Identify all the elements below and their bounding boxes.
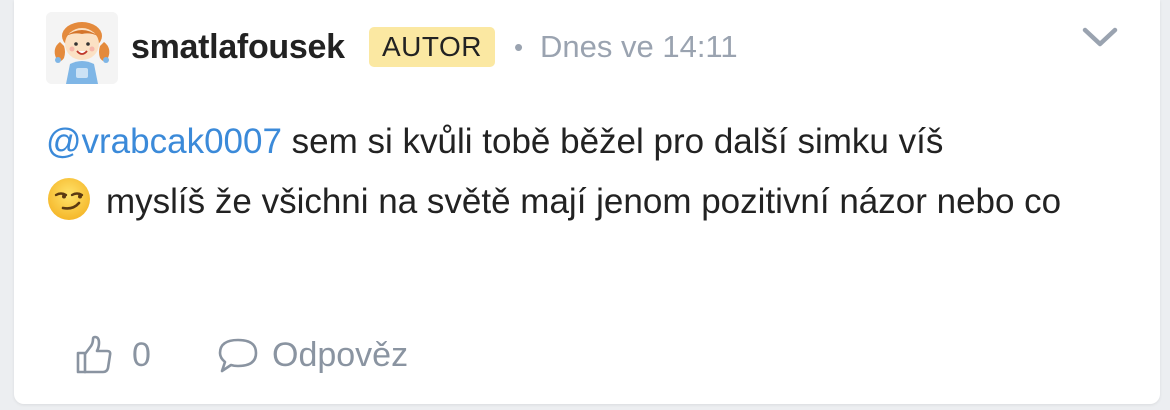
comment-body: @vrabcak0007 sem si kvůli tobě běžel pro… [46, 112, 1136, 232]
comment-timestamp: Dnes ve 14:11 [540, 29, 738, 64]
user-mention-link[interactable]: @vrabcak0007 [46, 122, 282, 161]
reply-button[interactable] [217, 337, 259, 375]
author-username[interactable]: smatlafousek [131, 27, 345, 67]
reply-label[interactable]: Odpověz [272, 333, 408, 377]
author-badge: AUTOR [369, 27, 495, 67]
comment-actions: 0 Odpověz [74, 333, 674, 377]
separator-dot: • [514, 32, 524, 62]
smirking-face-emoji-icon [46, 176, 92, 222]
avatar[interactable] [46, 12, 118, 84]
speech-bubble-icon [218, 338, 258, 373]
thumbs-up-icon [76, 335, 112, 374]
cartoon-girl-avatar-icon [46, 12, 118, 84]
comment-card: smatlafousek AUTOR • Dnes ve 14:11 @vrab… [14, 0, 1160, 404]
comment-text-part-1: sem si kvůli tobě běžel pro další simku … [281, 122, 944, 161]
like-button[interactable] [74, 335, 114, 375]
like-count: 0 [132, 336, 151, 374]
chevron-down-icon [1082, 27, 1118, 47]
comment-menu-button[interactable] [1082, 24, 1118, 50]
comment-text-part-2: myslíš že všichni na světě mají jenom po… [106, 182, 1062, 221]
